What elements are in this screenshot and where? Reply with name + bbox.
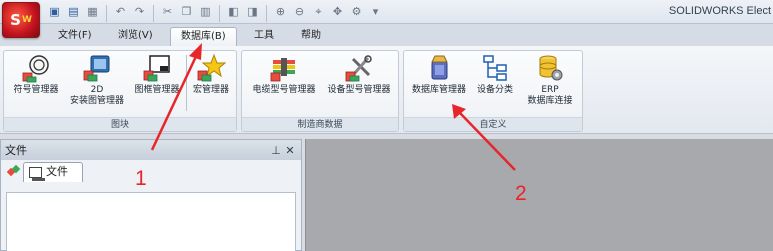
database-manager-label: 数据库管理器 xyxy=(411,85,466,95)
symbol-manager-label: 符号管理器 xyxy=(13,85,59,95)
frame-manager-button[interactable]: 图框管理器 xyxy=(128,53,186,96)
title-bar: SW ▣ ▤ ▦ ↶ ↷ ✂ ❐ ▥ ◧ ◨ ⊕ ⊖ ⌖ ✥ ⚙ ▾ SOLID… xyxy=(0,0,773,38)
file-panel: 文件 ⊥ ✕ 文件 xyxy=(0,139,302,251)
pan-icon[interactable]: ✥ xyxy=(329,3,346,20)
ribbon-group-manufacturer: 电缆型号管理器 设备型号管理器 制造商数据 xyxy=(241,50,399,132)
device-model-manager-icon xyxy=(345,55,372,82)
zoom-in-icon[interactable]: ⊕ xyxy=(272,3,289,20)
erp-database-connection-label: 数据库连接 xyxy=(527,96,573,106)
next-icon[interactable]: ◨ xyxy=(244,3,261,20)
device-classification-label: 设备分类 xyxy=(476,85,513,95)
installation-manager-button[interactable]: 2D 安装图管理器 xyxy=(66,53,128,107)
panel-tab-files[interactable]: 文件 xyxy=(23,162,83,182)
symbol-manager-icon xyxy=(22,55,49,83)
copy-icon[interactable]: ❐ xyxy=(178,3,195,20)
file-icon xyxy=(29,167,45,181)
device-model-manager-button[interactable]: 设备型号管理器 xyxy=(322,53,396,96)
erp-label: ERP xyxy=(541,85,559,95)
cut-icon[interactable]: ✂ xyxy=(159,3,176,20)
device-model-manager-label: 设备型号管理器 xyxy=(327,85,391,95)
redo-icon[interactable]: ↷ xyxy=(131,3,148,20)
ribbon-group-custom: 数据库管理器 设备分类 ERP 数据库连接 自定义 xyxy=(403,50,583,132)
tab-tools[interactable]: 工具 xyxy=(244,27,284,46)
installation-manager-label: 安装图管理器 xyxy=(69,96,124,106)
tab-file[interactable]: 文件(F) xyxy=(48,27,102,46)
group-divider xyxy=(186,55,187,111)
paste-icon[interactable]: ▥ xyxy=(197,3,214,20)
document-workspace[interactable] xyxy=(305,139,773,251)
undo-icon[interactable]: ↶ xyxy=(112,3,129,20)
window-title: SOLIDWORKS Elect xyxy=(668,5,771,17)
file-tree-area[interactable] xyxy=(6,192,296,251)
tab-help[interactable]: 帮助 xyxy=(291,27,331,46)
toolbar-divider xyxy=(106,5,107,22)
cable-model-manager-icon xyxy=(270,58,295,82)
erp-database-icon xyxy=(539,55,563,81)
pin-icon[interactable]: ⊥ xyxy=(269,144,283,157)
installation-manager-icon xyxy=(83,55,110,82)
device-classification-button[interactable]: 设备分类 xyxy=(471,53,519,96)
ribbon-group-label: 图块 xyxy=(4,117,236,131)
new-icon[interactable]: ▣ xyxy=(46,3,63,20)
frame-manager-label: 图框管理器 xyxy=(134,85,180,95)
logo-subtext: W xyxy=(21,15,32,25)
macro-manager-icon xyxy=(197,53,226,82)
zoom-out-icon[interactable]: ⊖ xyxy=(291,3,308,20)
app-logo[interactable]: SW xyxy=(2,2,40,38)
settings-icon[interactable]: ⚙ xyxy=(348,3,365,20)
panel-title: 文件 xyxy=(5,144,27,157)
symbol-manager-button[interactable]: 符号管理器 xyxy=(6,53,66,96)
cable-model-manager-label: 电缆型号管理器 xyxy=(252,85,316,95)
ribbon-panel: 符号管理器 2D 安装图管理器 图框管理器 宏管理器 图块 电缆型号管理器 设备… xyxy=(0,46,773,134)
macro-manager-label: 宏管理器 xyxy=(192,85,229,95)
database-manager-icon xyxy=(431,55,448,80)
ribbon-group-label: 制造商数据 xyxy=(242,117,398,131)
panel-tab-label: 文件 xyxy=(46,165,68,178)
annotation-number-2: 2 xyxy=(515,182,527,205)
save-icon[interactable]: ▤ xyxy=(65,3,82,20)
toolbar-divider xyxy=(153,5,154,22)
frame-manager-icon xyxy=(143,55,170,82)
print-icon[interactable]: ▦ xyxy=(84,3,101,20)
annotation-number-1: 1 xyxy=(135,167,147,190)
erp-database-connection-button[interactable]: ERP 数据库连接 xyxy=(520,53,580,107)
database-manager-button[interactable]: 数据库管理器 xyxy=(406,53,472,96)
quick-access-toolbar: ▣ ▤ ▦ ↶ ↷ ✂ ❐ ▥ ◧ ◨ ⊕ ⊖ ⌖ ✥ ⚙ ▾ xyxy=(46,3,384,24)
toolbar-divider xyxy=(219,5,220,22)
toolbar-divider xyxy=(266,5,267,22)
logo-text: S xyxy=(10,11,21,29)
tab-database[interactable]: 数据库(B) xyxy=(170,27,237,46)
cable-model-manager-button[interactable]: 电缆型号管理器 xyxy=(245,53,323,96)
installation-manager-label-2d: 2D xyxy=(90,85,104,95)
ribbon-tab-bar: 文件(F) 浏览(V) 数据库(B) 工具 帮助 xyxy=(0,24,773,46)
previous-icon[interactable]: ◧ xyxy=(225,3,242,20)
project-icon[interactable] xyxy=(7,164,21,178)
tab-view[interactable]: 浏览(V) xyxy=(108,27,163,46)
ribbon-group-block: 符号管理器 2D 安装图管理器 图框管理器 宏管理器 图块 xyxy=(3,50,237,132)
panel-tab-strip: 文件 xyxy=(1,160,301,182)
dropdown-icon[interactable]: ▾ xyxy=(367,3,384,20)
macro-manager-button[interactable]: 宏管理器 xyxy=(188,53,234,96)
fit-icon[interactable]: ⌖ xyxy=(310,3,327,20)
panel-header: 文件 ⊥ ✕ xyxy=(1,140,301,160)
ribbon-group-label: 自定义 xyxy=(404,117,582,131)
close-icon[interactable]: ✕ xyxy=(283,144,297,157)
device-classification-icon xyxy=(483,55,507,81)
